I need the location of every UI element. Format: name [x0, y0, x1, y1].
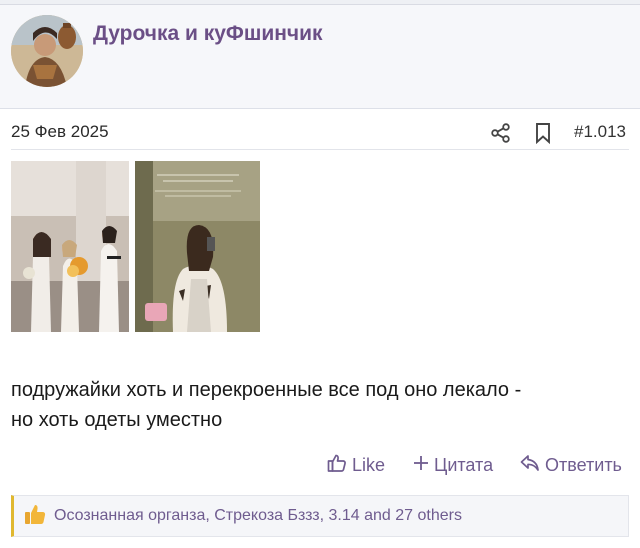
attachment-photo-1[interactable]: [11, 161, 129, 332]
share-icon[interactable]: [490, 122, 512, 144]
reply-label: Ответить: [545, 454, 622, 475]
bookmark-icon[interactable]: [533, 122, 553, 145]
quote-label: Цитата: [434, 454, 494, 475]
post-body: подружайки хоть и перекроенные все под о…: [11, 375, 621, 435]
post-meta: 25 Фев 2025 #1.013: [0, 110, 640, 150]
post-body-line: но хоть одеты уместно: [11, 409, 223, 431]
post-date[interactable]: 25 Фев 2025: [11, 122, 109, 142]
post-number-link[interactable]: #1.013: [574, 122, 626, 142]
plus-icon: [413, 455, 429, 476]
reactions-bar[interactable]: Осознанная органза, Стрекоза Бззз, 3.14 …: [11, 495, 629, 537]
post-body-line: подружайки хоть и перекроенные все под о…: [11, 379, 522, 401]
reply-button[interactable]: Ответить: [520, 452, 622, 478]
divider: [11, 149, 629, 150]
thumbs-up-icon: [327, 453, 347, 478]
like-button[interactable]: Like: [327, 452, 385, 478]
quote-button[interactable]: Цитата: [413, 452, 493, 478]
attachment-photo-2[interactable]: [135, 161, 260, 332]
post-header: Дурочка и куФшинчик: [0, 5, 640, 109]
thumbs-up-reaction-icon: [24, 503, 46, 530]
username-link[interactable]: Дурочка и куФшинчик: [93, 22, 323, 46]
avatar[interactable]: [11, 15, 83, 87]
like-label: Like: [352, 454, 386, 475]
reply-icon: [520, 454, 540, 477]
reaction-users-link[interactable]: Осознанная органза, Стрекоза Бззз, 3.14 …: [54, 507, 462, 525]
